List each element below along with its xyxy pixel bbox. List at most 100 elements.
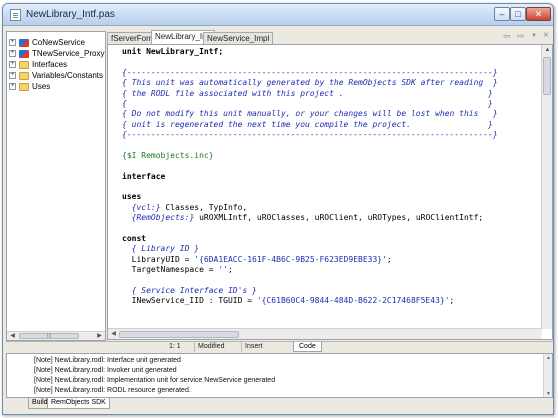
scrollbar-thumb[interactable] — [119, 331, 239, 338]
modified-indicator: Modified — [194, 342, 224, 352]
tree-item-label: Variables/Constants — [32, 71, 103, 80]
code-line[interactable]: {---------------------------------------… — [122, 130, 540, 140]
status-bar: 1: 1 Modified Insert Code — [6, 341, 553, 352]
code-token: unit NewLibrary_Intf; — [122, 47, 224, 56]
scroll-left-icon[interactable]: ◀ — [8, 332, 17, 340]
close-button[interactable]: ✕ — [526, 7, 551, 21]
editor-horizontal-scrollbar[interactable]: ◀ — [108, 328, 542, 339]
code-line[interactable]: uses — [122, 192, 540, 202]
code-editor[interactable]: unit NewLibrary_Intf; {-----------------… — [107, 44, 553, 340]
code-line[interactable] — [122, 57, 540, 67]
tree-item-label: Interfaces — [32, 60, 68, 69]
tree-horizontal-scrollbar[interactable]: ◀ ||| ▶ — [7, 331, 105, 340]
folder-icon — [19, 82, 29, 91]
code-token: uses — [122, 192, 142, 202]
expand-icon[interactable]: + — [9, 61, 16, 68]
code-line[interactable]: TargetNamespace = ''; — [122, 265, 540, 275]
message-tabs: Build RemObjects SDK — [6, 398, 553, 411]
tab-code-view[interactable]: Code — [293, 342, 322, 352]
code-token: ; — [227, 265, 233, 275]
code-line[interactable]: {RemObjects:} uROXMLIntf, uROClasses, uR… — [122, 213, 540, 223]
code-line[interactable]: {$I Remobjects.inc} — [122, 151, 540, 161]
message-line[interactable]: [Note] NewLibrary.rodl: RODL resource ge… — [34, 386, 191, 395]
code-token: const — [122, 234, 147, 244]
code-token: { Do not modify this unit manually, or y… — [122, 109, 498, 119]
code-token: {RemObjects:} — [131, 213, 195, 223]
close-tab-icon[interactable]: × — [543, 30, 549, 41]
window-title: NewLibrary_Intf.pas — [26, 9, 115, 20]
maximize-button[interactable]: □ — [510, 7, 526, 21]
cursor-position: 1: 1 — [169, 343, 181, 350]
messages-panel[interactable]: [Note] NewLibrary.rodl: Interface unit g… — [6, 353, 553, 398]
code-token: { the RODL file associated with this pro… — [122, 88, 493, 98]
scroll-right-icon[interactable]: ▶ — [95, 332, 104, 340]
scroll-down-icon[interactable]: ▼ — [546, 391, 551, 397]
expand-icon[interactable]: + — [9, 50, 16, 57]
code-token: LibraryUID = — [122, 254, 195, 264]
code-line[interactable]: { Library ID } — [122, 244, 540, 254]
code-line[interactable]: {vcl:} Classes, TypInfo, — [122, 203, 540, 213]
tab-remobjects-sdk[interactable]: RemObjects SDK — [47, 398, 110, 409]
tree-item-interfaces[interactable]: + Interfaces — [9, 59, 67, 70]
tree-item-tnewservice-proxy[interactable]: + TNewService_Proxy — [9, 48, 104, 59]
messages-vertical-scrollbar[interactable]: ▲ ▼ — [543, 354, 552, 397]
code-token: { Library ID } — [122, 244, 200, 254]
code-line[interactable]: { the RODL file associated with this pro… — [122, 89, 540, 99]
code-line[interactable]: { unit is regenerated the next time you … — [122, 120, 540, 130]
code-token: { unit is regenerated the next time you … — [122, 119, 493, 129]
code-line[interactable] — [122, 276, 540, 286]
code-line[interactable]: const — [122, 234, 540, 244]
scroll-up-icon[interactable]: ▲ — [543, 46, 552, 54]
message-line[interactable]: [Note] NewLibrary.rodl: Invoker unit gen… — [34, 366, 177, 375]
document-icon — [10, 9, 21, 21]
code-token: '{6DA1EACC-161F-4B6C-9B25-F623ED9EBE33}' — [194, 254, 387, 264]
code-line[interactable]: {---------------------------------------… — [122, 68, 540, 78]
code-token: {vcl:} — [131, 202, 161, 212]
code-line[interactable]: LibraryUID = '{6DA1EACC-161F-4B6C-9B25-F… — [122, 255, 540, 265]
code-line[interactable]: { Do not modify this unit manually, or y… — [122, 109, 540, 119]
message-line[interactable]: [Note] NewLibrary.rodl: Implementation u… — [34, 376, 275, 385]
title-bar[interactable]: NewLibrary_Intf.pas – □ ✕ — [3, 4, 553, 26]
code-line[interactable] — [122, 182, 540, 192]
scrollbar-thumb[interactable]: ||| — [19, 333, 79, 339]
code-token: {---------------------------------------… — [122, 67, 498, 77]
forward-arrow-icon[interactable]: ⇨ — [517, 31, 525, 42]
editor-vertical-scrollbar[interactable]: ▲ — [541, 45, 552, 329]
back-arrow-icon[interactable]: ⇦ — [503, 31, 511, 42]
expand-icon[interactable]: + — [9, 83, 16, 90]
minimize-button[interactable]: – — [494, 7, 510, 21]
component-icon — [19, 49, 29, 58]
tree-item-uses[interactable]: + Uses — [9, 81, 50, 92]
code-area[interactable]: unit NewLibrary_Intf; {-----------------… — [122, 47, 540, 329]
code-line[interactable]: { This unit was automatically generated … — [122, 78, 540, 88]
code-token: { This unit was automatically generated … — [122, 78, 498, 88]
code-line[interactable] — [122, 161, 540, 171]
chevron-down-icon[interactable]: ▼ — [531, 33, 537, 39]
message-line[interactable]: [Note] NewLibrary.rodl: Interface unit g… — [34, 356, 181, 365]
code-token: TargetNamespace = — [122, 265, 219, 275]
structure-tree[interactable]: + CoNewService + TNewService_Proxy + Int… — [6, 31, 106, 341]
code-line[interactable] — [122, 224, 540, 234]
scrollbar-thumb[interactable] — [543, 57, 551, 95]
code-line[interactable]: { Service Interface ID's } — [122, 286, 540, 296]
tree-item-conewservice[interactable]: + CoNewService — [9, 37, 85, 48]
code-line[interactable]: INewService_IID : TGUID = '{C61B60C4-984… — [122, 296, 540, 306]
code-line[interactable] — [122, 141, 540, 151]
tab-newservice-impl[interactable]: NewService_Impl — [203, 32, 274, 44]
code-line[interactable]: unit NewLibrary_Intf; — [122, 47, 540, 57]
folder-icon — [19, 60, 29, 69]
tree-item-label: CoNewService — [32, 38, 85, 47]
editor-tab-bar: fServerForm NewLibrary_Intf NewService_I… — [107, 30, 553, 44]
expand-icon[interactable]: + — [9, 72, 16, 79]
code-token: INewService_IID : TGUID = — [122, 296, 257, 306]
scroll-left-icon[interactable]: ◀ — [109, 330, 118, 338]
code-token: {$I Remobjects.inc} — [122, 150, 214, 160]
folder-icon — [19, 71, 29, 80]
code-line[interactable]: { } — [122, 99, 540, 109]
code-token: { Service Interface ID's } — [122, 285, 257, 295]
tree-item-variables-constants[interactable]: + Variables/Constants — [9, 70, 103, 81]
scroll-up-icon[interactable]: ▲ — [546, 355, 551, 361]
expand-icon[interactable]: + — [9, 39, 16, 46]
code-token: uROXMLIntf, uROClasses, uROClient, uROTy… — [194, 213, 484, 223]
code-line[interactable]: interface — [122, 172, 540, 182]
